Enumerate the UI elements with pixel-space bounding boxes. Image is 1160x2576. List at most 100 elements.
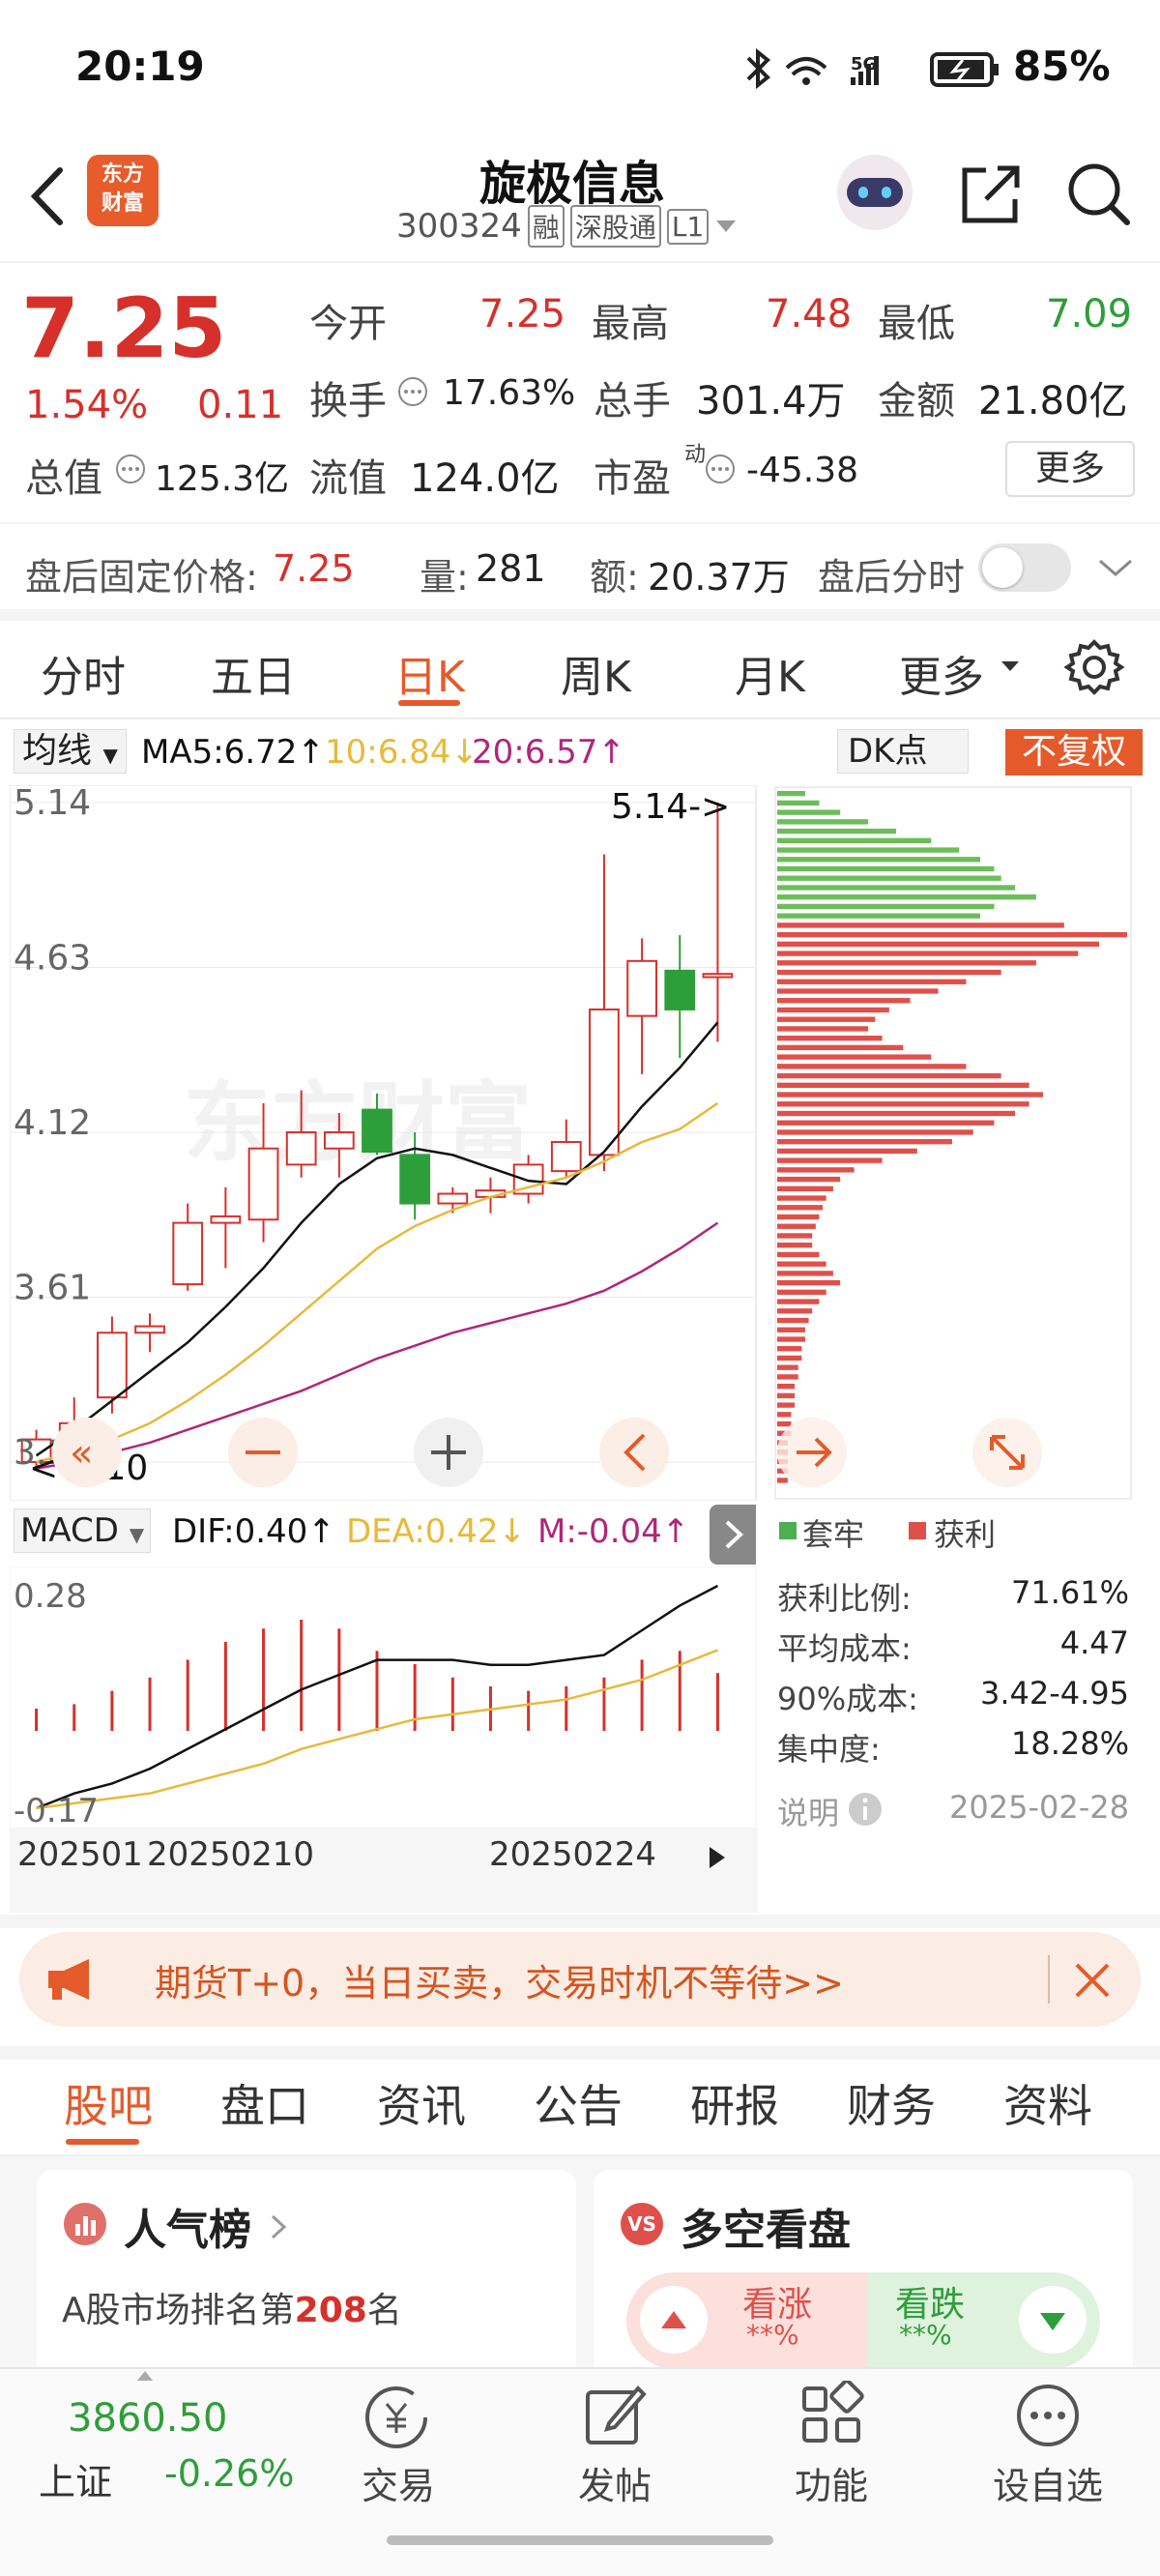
tab-intraday[interactable]: 分时 [41, 642, 126, 704]
trap-legend-label: 套牢 [802, 1516, 865, 1553]
gear-icon[interactable] [1063, 636, 1125, 698]
y-tick-label: 4.12 [14, 1103, 91, 1143]
chip-bar [777, 979, 967, 984]
futures-promo-banner[interactable]: 期货T+0，当日买卖，交易时机不等待>> [19, 1932, 1141, 2027]
after-hours-toggle[interactable] [978, 543, 1071, 592]
margin-badge: 融 [527, 205, 565, 248]
sentiment-card[interactable]: VS 多空看盘 看涨 **% 看跌 **% [594, 2170, 1133, 2383]
connect-badge: 深股通 [569, 205, 661, 248]
stock-code-row: 300324 融 深股通 L1 [396, 205, 738, 248]
index-change: -0.26% [164, 2452, 295, 2495]
fullscreen-icon[interactable] [972, 1418, 1042, 1487]
chip-bar [777, 1327, 805, 1332]
chevron-down-icon[interactable] [1096, 553, 1135, 582]
chip-bar [777, 1392, 796, 1399]
chip-bar [777, 1195, 826, 1201]
dif-value: DIF:0.40↑ [172, 1512, 335, 1551]
chip-bar [777, 1355, 802, 1361]
chip-bar [777, 1336, 805, 1342]
last-price: 7.25 [21, 280, 227, 377]
tab-profile[interactable]: 资料 [1003, 2071, 1092, 2135]
chart-left-button[interactable] [599, 1418, 669, 1487]
candlestick-chart[interactable]: 东方财富 5.144.634.123.613.10 5.14-> <-3.10 … [10, 785, 758, 1501]
dea-value: DEA:0.42↓ [346, 1512, 526, 1551]
y-tick-label: -0.17 [14, 1792, 99, 1830]
back-icon[interactable] [23, 162, 72, 230]
y-tick-label: 3.61 [14, 1269, 91, 1308]
chip-bar [777, 903, 995, 910]
tab-daily-k[interactable]: 日K [394, 642, 465, 704]
chip-bar [777, 1092, 1044, 1098]
info-icon[interactable] [396, 375, 429, 408]
caret-down-icon [1001, 661, 1019, 671]
chip-stat-value: 3.42-4.95 [979, 1675, 1129, 1712]
dk-point-select[interactable]: DK点 [837, 729, 969, 774]
candle-body [362, 1108, 392, 1154]
chip-bar [777, 885, 1016, 891]
search-icon[interactable] [1063, 159, 1133, 228]
info-icon[interactable] [704, 453, 737, 485]
after-hours-amt-label: 额: [590, 556, 639, 599]
more-quote-button[interactable]: 更多 [1005, 441, 1135, 497]
low-label: 最低 [878, 302, 955, 346]
popularity-card[interactable]: 人气榜 A股市场排名第208名 [37, 2170, 576, 2383]
chip-bar [777, 1317, 809, 1324]
chip-bar [777, 1412, 792, 1418]
index-name: 上证 [39, 2461, 113, 2503]
candle-body [550, 1141, 582, 1173]
chip-redo-button[interactable] [777, 1418, 847, 1487]
chip-bar [777, 1120, 995, 1126]
tab-financials[interactable]: 财务 [847, 2071, 936, 2135]
tab-five-day[interactable]: 五日 [211, 642, 296, 704]
home-indicator [387, 2535, 773, 2545]
assistant-avatar[interactable] [837, 155, 913, 230]
tab-news[interactable]: 资讯 [377, 2071, 466, 2135]
chip-bar [777, 1016, 876, 1022]
play-right-icon[interactable] [702, 1841, 731, 1874]
expand-indicators-button[interactable] [710, 1505, 756, 1565]
level-badge: L1 [666, 208, 710, 245]
macd-select[interactable]: MACD ▼ [14, 1508, 152, 1553]
ma-select[interactable]: 均线 ▼ [14, 729, 127, 774]
candle-body [172, 1221, 204, 1286]
x-label-end: 20250224 [489, 1835, 657, 1874]
chip-bar [777, 1374, 798, 1380]
chart-prev-button[interactable]: « [52, 1418, 122, 1487]
zoom-out-button[interactable] [228, 1418, 298, 1487]
tab-orderbook[interactable]: 盘口 [220, 2071, 309, 2135]
tab-monthly-k[interactable]: 月K [735, 642, 805, 704]
mktcap-label: 总值 [25, 456, 102, 501]
close-icon[interactable] [1073, 1961, 1112, 2000]
macd-chart[interactable]: 0.28 -0.17 [10, 1566, 758, 1837]
tab-more[interactable]: 更多 [899, 642, 984, 704]
bear-button[interactable]: 看跌 **% [868, 2272, 1100, 2369]
info-icon[interactable] [114, 453, 147, 485]
info-circle-icon[interactable] [847, 1791, 884, 1828]
bear-percent: **% [899, 2319, 952, 2351]
zoom-in-button[interactable] [414, 1418, 483, 1487]
high-label: 最高 [592, 302, 669, 346]
chip-bar [777, 1251, 820, 1258]
price-adjust-button[interactable]: 不复权 [1005, 729, 1143, 776]
share-icon[interactable] [957, 161, 1025, 228]
chip-bar [777, 791, 805, 797]
chip-bar [777, 1289, 826, 1296]
svg-text:«: « [70, 1431, 93, 1476]
tab-research[interactable]: 研报 [690, 2071, 779, 2135]
chip-stat-value: 4.47 [1059, 1625, 1129, 1661]
change-percent: 1.54% [25, 383, 149, 427]
yen-circle-icon [365, 2386, 427, 2448]
bull-button[interactable]: 看涨 **% [626, 2272, 868, 2369]
tab-forum[interactable]: 股吧 [64, 2071, 153, 2135]
tab-weekly-k[interactable]: 周K [561, 642, 631, 704]
candle-body [702, 973, 734, 979]
pe-type-sup: 动 [684, 443, 707, 467]
chip-bar [777, 1139, 952, 1145]
tab-announcements[interactable]: 公告 [534, 2071, 623, 2135]
stock-code: 300324 [396, 207, 522, 246]
chip-help-link[interactable]: 说明 [777, 1789, 839, 1833]
chip-bar [777, 1383, 796, 1390]
chip-bar [777, 969, 1001, 976]
chip-bar [777, 837, 932, 843]
chip-stat-label: 集中度: [777, 1731, 881, 1768]
